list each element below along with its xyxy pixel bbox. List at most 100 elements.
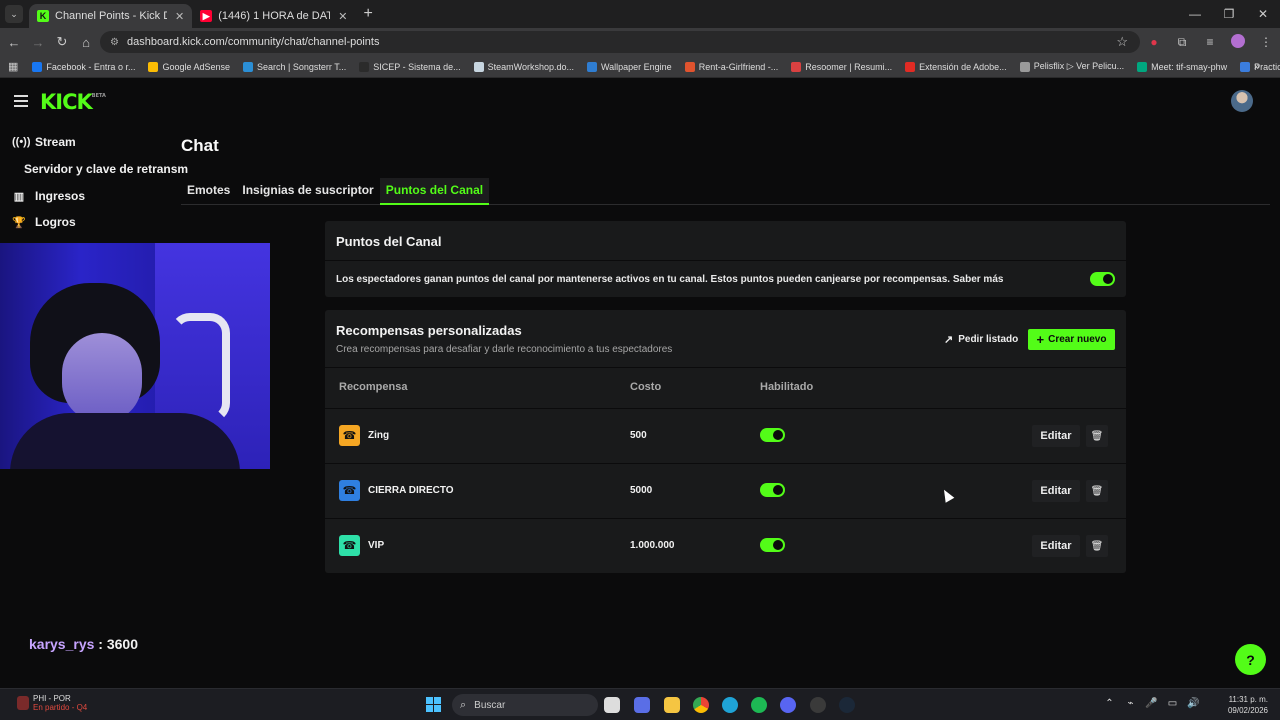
trash-icon[interactable]: 🗑	[1086, 480, 1108, 502]
address-bar[interactable]: ⚙ dashboard.kick.com/community/chat/chan…	[100, 31, 1140, 53]
overlay-username: karys_rys	[29, 636, 95, 652]
trash-icon[interactable]: 🗑	[1086, 535, 1108, 557]
sidebar-item-stream[interactable]: ((•)) Stream	[12, 135, 76, 149]
bookmark-favicon-icon	[1019, 61, 1030, 72]
forward-icon[interactable]: →	[26, 35, 50, 50]
bookmark-item[interactable]: Wallpaper Engine	[586, 61, 672, 72]
bookmark-item[interactable]: Resoomer | Resumi...	[791, 61, 892, 72]
bookmark-item[interactable]: Pelisflix ▷ Ver Pelicu...	[1019, 61, 1124, 72]
request-list-button[interactable]: ↗ Pedir listado	[937, 329, 1025, 350]
kick-header: KICKBETA	[0, 78, 1280, 128]
bookmark-item[interactable]: SteamWorkshop.do...	[473, 61, 574, 72]
sports-widget[interactable]: PHI - POR En partido - Q4	[17, 694, 87, 712]
battery-icon[interactable]: ▭	[1162, 698, 1183, 709]
edit-button[interactable]: Editar	[1032, 480, 1080, 502]
windows-start-icon[interactable]	[426, 697, 441, 712]
new-tab-button[interactable]: +	[363, 5, 372, 23]
reward-icon: ☎	[339, 425, 360, 446]
tab-emotes[interactable]: Emotes	[181, 178, 236, 205]
stream-overlay-points: karys_rys : 3600	[29, 636, 138, 652]
bookmark-item[interactable]: Google AdSense	[148, 61, 230, 72]
chat-tabs: Emotes Insignias de suscriptor Puntos de…	[181, 178, 1270, 205]
bookmark-item[interactable]: Search | Songsterr T...	[243, 61, 346, 72]
youtube-icon: ▶	[200, 10, 213, 22]
chevron-up-icon[interactable]: ⌃	[1099, 698, 1120, 709]
bookmark-item[interactable]: Facebook - Entra o r...	[32, 61, 135, 72]
team-icon	[17, 696, 29, 710]
network-icon[interactable]: ⌁	[1120, 698, 1141, 709]
windows-taskbar: PHI - POR En partido - Q4 ⌕ Buscar ⌃ ⌁ 🎤…	[0, 688, 1280, 720]
reload-icon[interactable]: ↻	[50, 34, 74, 50]
taskbar-search[interactable]: ⌕ Buscar	[452, 694, 598, 716]
discord-icon[interactable]	[780, 697, 796, 713]
minimize-icon[interactable]: —	[1178, 0, 1212, 28]
volume-icon[interactable]: 🔊	[1183, 698, 1204, 709]
spotify-icon[interactable]	[751, 697, 767, 713]
channel-points-toggle[interactable]	[1090, 272, 1115, 286]
tab-channel-points[interactable]: Puntos del Canal	[379, 178, 490, 205]
back-icon[interactable]: ←	[2, 35, 26, 50]
reward-icon: ☎	[339, 535, 360, 556]
widgets-icon[interactable]	[634, 697, 650, 713]
browser-tab-youtube[interactable]: ▶ (1446) 1 HORA de DATOS CURIOSOS ✕	[192, 4, 355, 28]
close-tab-icon[interactable]: ✕	[338, 10, 347, 23]
hamburger-menu-icon[interactable]	[14, 95, 28, 107]
edit-button[interactable]: Editar	[1032, 425, 1080, 447]
trash-icon[interactable]: 🗑	[1086, 425, 1108, 447]
apps-grid-icon[interactable]: ▦	[8, 60, 18, 73]
reward-cost: 1.000.000	[630, 540, 675, 551]
file-explorer-icon[interactable]	[664, 697, 680, 713]
edit-button[interactable]: Editar	[1032, 535, 1080, 557]
close-tab-icon[interactable]: ✕	[175, 10, 184, 23]
bookmark-favicon-icon	[586, 61, 597, 72]
profile-icon[interactable]	[1224, 33, 1252, 51]
table-row: ☎ Zing 500 Editar 🗑	[325, 408, 1126, 463]
edge-icon[interactable]	[722, 697, 738, 713]
reward-enabled-toggle[interactable]	[760, 428, 785, 442]
reading-list-icon[interactable]: ≡	[1196, 35, 1224, 49]
sidebar-item-logros[interactable]: 🏆 Logros	[12, 215, 76, 229]
bookmark-star-icon[interactable]: ☆	[1116, 34, 1128, 50]
help-chat-icon[interactable]: ?	[1235, 644, 1266, 675]
channel-points-card: Puntos del Canal Los espectadores ganan …	[325, 221, 1126, 297]
reward-enabled-toggle[interactable]	[760, 483, 785, 497]
bookmark-favicon-icon	[684, 61, 695, 72]
kick-logo[interactable]: KICKBETA	[40, 90, 106, 114]
bookmark-item[interactable]: Practica y aprende...	[1240, 61, 1280, 72]
tab-subscriber-badges[interactable]: Insignias de suscriptor	[236, 178, 379, 205]
avatar[interactable]	[1231, 90, 1253, 112]
bookmark-item[interactable]: SICEP - Sistema de...	[359, 61, 461, 72]
site-info-icon[interactable]: ⚙	[110, 37, 119, 48]
create-new-button[interactable]: + Crear nuevo	[1028, 329, 1115, 350]
bookmark-item[interactable]: Meet: tif-smay-phw	[1137, 61, 1227, 72]
trophy-icon: 🏆	[12, 216, 26, 229]
extensions-puzzle-icon[interactable]: ⧉	[1168, 35, 1196, 50]
steam-icon[interactable]	[839, 697, 855, 713]
microphone-icon[interactable]: 🎤	[1141, 698, 1162, 709]
bookmark-item[interactable]: Extensión de Adobe...	[905, 61, 1007, 72]
bookmark-favicon-icon	[473, 61, 484, 72]
bookmark-favicon-icon	[32, 61, 43, 72]
tab-search-button[interactable]: ⌄	[5, 5, 23, 23]
column-header-reward: Recompensa	[339, 381, 408, 393]
sidebar-item-label: Stream	[35, 135, 76, 149]
sidebar-item-ingresos[interactable]: ▥ Ingresos	[12, 189, 85, 203]
extension-icon[interactable]: ●	[1140, 35, 1168, 49]
card-title: Puntos del Canal	[325, 221, 1126, 261]
taskbar-clock[interactable]: 11:31 p. m. 09/02/2026	[1228, 694, 1268, 716]
restore-icon[interactable]: ❐	[1212, 0, 1246, 28]
task-view-icon[interactable]	[604, 697, 620, 713]
bookmark-item[interactable]: Rent-a-Girlfriend -...	[684, 61, 778, 72]
obs-icon[interactable]	[810, 697, 826, 713]
chrome-icon[interactable]	[693, 697, 709, 713]
menu-kebab-icon[interactable]: ⋮	[1252, 35, 1280, 49]
sidebar-item-stream-key[interactable]: Servidor y clave de retransm	[24, 162, 188, 176]
browser-tab-kick[interactable]: K Channel Points - Kick Dashboard ✕	[29, 4, 193, 28]
reward-name: VIP	[368, 540, 385, 551]
more-bookmarks-icon[interactable]: »	[1254, 61, 1260, 73]
home-icon[interactable]: ⌂	[74, 35, 98, 50]
reward-enabled-toggle[interactable]	[760, 538, 785, 552]
close-window-icon[interactable]: ✕	[1246, 0, 1280, 28]
tab-title: Channel Points - Kick Dashboard	[55, 10, 167, 22]
sidebar-item-label: Ingresos	[35, 189, 86, 203]
